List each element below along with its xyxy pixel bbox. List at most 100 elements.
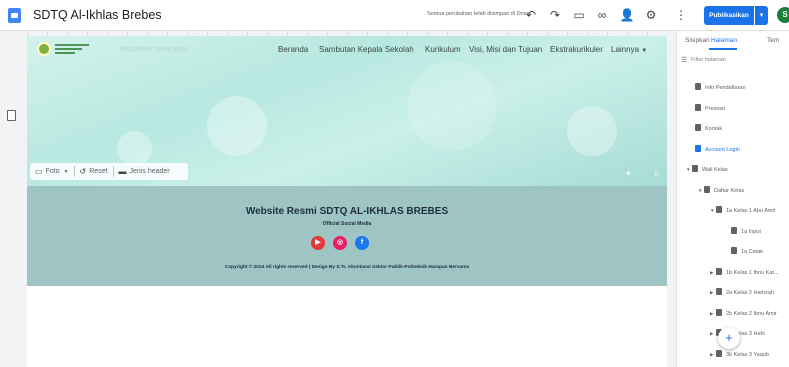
youtube-icon[interactable]: ▶ (311, 236, 325, 250)
header-toolbar: ▭ Foto ▼ ↺ Reset ▬ Jenis header (30, 163, 188, 180)
nav-sambutan[interactable]: Sambutan Kepala Sekolah (319, 45, 414, 54)
pages-panel: Sisipkan Halaman Tem ☰ Filter halaman In… (676, 31, 789, 367)
page-tree-label: 1a Input (741, 228, 761, 235)
page-tree-item[interactable]: Account Login (695, 144, 740, 153)
site-title-input[interactable]: Masukkan nama situs (120, 46, 188, 53)
nav-beranda[interactable]: Beranda (278, 45, 308, 54)
page-icon (731, 247, 737, 254)
page-icon (716, 308, 722, 316)
header-bokeh (207, 96, 267, 156)
active-tab-indicator (709, 48, 737, 50)
facebook-icon[interactable]: f (355, 236, 369, 250)
header-bokeh (117, 131, 152, 166)
header-bokeh (567, 106, 617, 156)
page-tree-item[interactable]: ▶ 3b Kelas 3 Yaqub (710, 349, 769, 358)
header-type-label: Jenis header (129, 168, 170, 175)
document-title[interactable]: SDTQ Al-Ikhlas Brebes (33, 8, 162, 22)
preview-icon[interactable]: ▭ (571, 7, 587, 23)
page-icon (695, 103, 701, 111)
link-icon[interactable]: ∞ (594, 7, 610, 23)
page-tree-item[interactable]: Info Pendaftaran (695, 83, 746, 91)
page-icon (704, 185, 710, 193)
footer-title: Website Resmi SDTQ AL-IKHLAS BREBES (245, 206, 449, 217)
page-icon (716, 206, 722, 213)
page-icon[interactable] (7, 110, 16, 121)
page-tree-label: Info Pendaftaran (705, 85, 746, 91)
header-bokeh (407, 61, 497, 151)
reset-label: Reset (89, 168, 108, 175)
image-label: Foto (45, 168, 60, 175)
page-tree-item[interactable]: ▶ 2a Kelas 2 Hamzah (710, 288, 774, 296)
page-icon (731, 226, 737, 234)
avatar[interactable]: S (777, 7, 789, 23)
image-button[interactable]: ▭ Foto ▼ (30, 163, 74, 180)
page-tree-label: Kontak (705, 126, 723, 132)
page-icon (716, 267, 722, 275)
page-icon (716, 349, 722, 357)
settings-icon[interactable]: ⚙ (643, 7, 659, 23)
image-icon: ▭ (35, 167, 43, 176)
page-tree-label: 1b Kelas 1 Ibnu Kat... (726, 269, 779, 276)
page-tree-label: Daftar Kelas (714, 187, 745, 194)
download-icon[interactable]: ⇩ (653, 169, 660, 178)
filter-placeholder: Filter halaman (691, 57, 726, 63)
tab-pages[interactable]: Halaman (711, 37, 737, 44)
instagram-icon[interactable]: ◎ (333, 236, 347, 250)
nav-lainnya[interactable]: Lainnya ▼ (611, 45, 647, 54)
share-icon[interactable]: 👤 (619, 7, 635, 23)
page-tree-item[interactable]: 1a Input (731, 226, 761, 235)
page-icon (695, 83, 701, 90)
footer-section[interactable]: Website Resmi SDTQ AL-IKHLAS BREBES Offi… (27, 186, 667, 286)
tab-themes[interactable]: Tem (767, 37, 779, 44)
filter-icon: ☰ (681, 57, 688, 64)
save-status: Semua perubahan telah disimpan di Drive (427, 11, 530, 17)
page-tree-label: Account Login (705, 146, 740, 153)
reset-icon: ↺ (79, 167, 87, 176)
page-tree-label: 2a Kelas 2 Hamzah (726, 290, 774, 296)
page-tree-label: Wali Kelas (702, 167, 728, 173)
page-tree-item[interactable]: 1a Cetak (731, 247, 763, 255)
more-vert-icon[interactable]: ⋮ (673, 7, 689, 23)
page-icon (695, 144, 701, 152)
nav-ekstrakurikuler[interactable]: Ekstrakurikuler (550, 45, 603, 54)
publish-options-icon[interactable]: ▾ (755, 6, 768, 25)
redo-icon[interactable]: ↷ (547, 7, 563, 23)
publish-button[interactable]: Publikasikan (704, 6, 754, 25)
sites-logo-icon[interactable] (8, 8, 21, 23)
header-type-icon: ▬ (118, 167, 127, 176)
sparkle-icon[interactable]: ✦ (625, 169, 632, 178)
page-tree-item[interactable]: ▶ 2b Kelas 2 Ibnu Amir (710, 308, 777, 317)
page-tree-item[interactable]: ▼ Wali Kelas (686, 165, 728, 173)
panel-tabs: Sisipkan Halaman Tem (677, 31, 789, 51)
undo-icon[interactable]: ↶ (523, 7, 539, 23)
school-logo[interactable] (37, 42, 51, 56)
page-tree-item[interactable]: ▼ Daftar Kelas (698, 185, 745, 194)
reset-button[interactable]: ↺ Reset (75, 163, 113, 180)
chevron-down-icon: ▼ (63, 168, 69, 175)
page-tree-label: 3b Kelas 3 Yaqub (726, 351, 769, 358)
nav-lainnya-label: Lainnya (611, 45, 640, 54)
footer-copyright: Copyright © 2024 All rights reserved | D… (224, 265, 470, 270)
nav-visi-misi[interactable]: Visi, Misi dan Tujuan (469, 45, 542, 54)
page-tree-item[interactable]: Kontak (695, 124, 722, 132)
footer-subtitle: Official Social Media (322, 221, 372, 227)
nav-kurikulum[interactable]: Kurikulum (425, 45, 461, 54)
top-bar: SDTQ Al-Ikhlas Brebes Semua perubahan te… (0, 0, 789, 31)
page-tree-item[interactable]: Prestasi (695, 103, 725, 112)
page-tree-item[interactable]: ▶ 1b Kelas 1 Ibnu Kat... (710, 267, 779, 276)
page-tree-item[interactable]: ▼ 1a Kelas 1 Abu Amri (710, 206, 776, 214)
site-canvas: Masukkan nama situs Beranda Sambutan Kep… (27, 36, 667, 367)
page-tree-label: 1a Cetak (741, 249, 764, 255)
site-header[interactable]: Masukkan nama situs Beranda Sambutan Kep… (27, 36, 667, 186)
page-icon (716, 288, 722, 295)
page-icon (692, 165, 698, 172)
filter-pages-input[interactable]: ☰ Filter halaman (677, 55, 789, 67)
page-tree-label: 1a Kelas 1 Abu Amri (726, 208, 776, 214)
page-icon (695, 124, 701, 131)
page-tree-label: Prestasi (705, 105, 725, 112)
header-type-button[interactable]: ▬ Jenis header (114, 163, 175, 180)
add-page-button[interactable]: + (718, 327, 740, 349)
page-tree-label: 2b Kelas 2 Ibnu Amir (726, 310, 777, 317)
school-name-image (55, 44, 89, 54)
tab-insert[interactable]: Sisipkan (685, 37, 710, 44)
